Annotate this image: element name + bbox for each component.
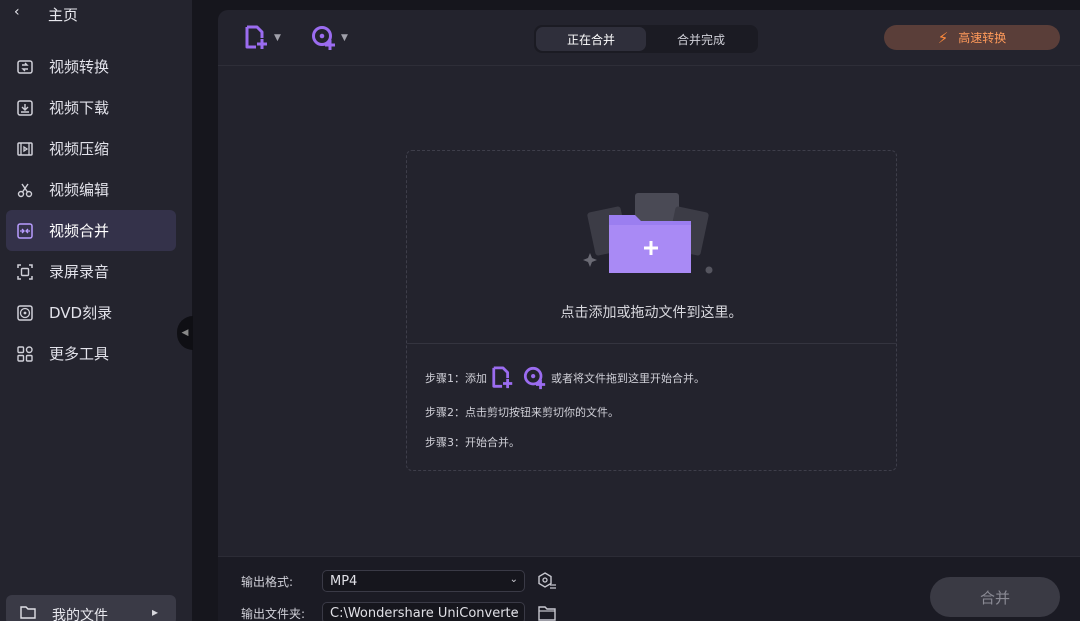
sidebar-nav: 视频转换 视频下载 视频压缩 视频编辑 视频合并 录屏录音 DVD刻录 更多工具 [0, 46, 192, 374]
sidebar-item-label: 录屏录音 [49, 263, 110, 281]
merge-icon [17, 223, 33, 239]
output-format-select[interactable]: MP4 ⌄ [322, 570, 525, 592]
divider [407, 343, 896, 344]
sidebar-item-label: DVD刻录 [49, 304, 113, 322]
sidebar: ‹ 主页 视频转换 视频下载 视频压缩 视频编辑 视频合并 录屏录音 DVD刻录… [0, 0, 192, 621]
screen-record-icon [17, 264, 33, 280]
status-tabs: 正在合并 合并完成 [534, 25, 758, 53]
scissors-icon [17, 183, 33, 198]
add-file-button[interactable]: ▼ [244, 24, 281, 52]
add-file-icon[interactable] [491, 366, 515, 390]
add-dvd-button[interactable]: ▼ [311, 24, 348, 52]
disc-icon [17, 305, 33, 321]
add-dvd-icon[interactable] [523, 366, 547, 390]
output-folder-select[interactable]: C:\Wondershare UniConverte ⌄ [322, 602, 525, 621]
drop-prompt: 点击添加或拖动文件到这里。 [560, 305, 743, 321]
step-2: 步骤2：点击剪切按钮来剪切你的文件。 [425, 406, 619, 419]
sidebar-item-compress[interactable]: 视频压缩 [6, 128, 176, 169]
app-window: ‹ 主页 视频转换 视频下载 视频压缩 视频编辑 视频合并 录屏录音 DVD刻录… [0, 0, 1080, 621]
tab-merged[interactable]: 合并完成 [646, 27, 756, 51]
chevron-down-icon: ▼ [341, 33, 348, 43]
drop-area[interactable]: 点击添加或拖动文件到这里。 [407, 151, 896, 343]
open-folder-icon[interactable] [537, 603, 557, 621]
add-file-icon [245, 25, 267, 49]
chevron-down-icon: ⌄ [509, 574, 518, 585]
format-settings-icon[interactable] [537, 571, 557, 591]
my-files-button[interactable]: 我的文件 ▸ [6, 595, 176, 621]
sidebar-item-label: 视频合并 [49, 222, 110, 240]
compress-icon [17, 142, 33, 156]
chevron-down-icon: ▼ [274, 33, 281, 43]
home-label: 主页 [48, 6, 79, 24]
output-format-label: 输出格式: [241, 575, 294, 589]
sidebar-item-label: 视频转换 [49, 58, 110, 76]
output-folder-label: 输出文件夹: [241, 607, 306, 621]
step-1: 步骤1：添加 或者将文件拖到这里开始合并。 [425, 366, 705, 390]
tab-merging[interactable]: 正在合并 [536, 27, 646, 51]
sidebar-item-more-tools[interactable]: 更多工具 [6, 333, 176, 374]
merge-button[interactable]: 合并 [930, 577, 1060, 617]
sidebar-item-merge[interactable]: 视频合并 [6, 210, 176, 251]
home-link[interactable]: ‹ 主页 [0, 0, 192, 28]
main-panel: ▼ ▼ 正在合并 合并完成 ⚡ 高速转换 点击添加或拖动文件到这里。 步骤1：添… [218, 10, 1080, 621]
step1-prefix: 步骤1：添加 [425, 372, 487, 385]
sidebar-item-label: 更多工具 [49, 345, 110, 363]
download-icon [17, 100, 33, 116]
sidebar-item-label: 视频编辑 [49, 181, 110, 199]
output-folder-value: C:\Wondershare UniConverte [330, 605, 519, 621]
step1-suffix: 或者将文件拖到这里开始合并。 [551, 372, 705, 385]
toolbar: ▼ ▼ 正在合并 合并完成 ⚡ 高速转换 [218, 10, 1080, 66]
sidebar-item-edit[interactable]: 视频编辑 [6, 169, 176, 210]
my-files-label: 我的文件 [52, 608, 108, 621]
step-3: 步骤3：开始合并。 [425, 436, 520, 449]
sidebar-item-label: 视频下载 [49, 99, 110, 117]
folder-icon [20, 606, 36, 619]
footer-bar: 输出格式: MP4 ⌄ 输出文件夹: C:\Wondershare UniCon… [218, 556, 1080, 621]
add-dvd-icon [312, 26, 335, 50]
grid-icon [17, 346, 33, 362]
chevron-right-icon: ▸ [152, 605, 159, 619]
sidebar-item-download[interactable]: 视频下载 [6, 87, 176, 128]
convert-icon [17, 60, 33, 74]
folder-add-illustration-icon [583, 193, 713, 274]
fast-convert-button[interactable]: ⚡ 高速转换 [884, 25, 1060, 50]
sidebar-item-convert[interactable]: 视频转换 [6, 46, 176, 87]
file-drop-zone: 点击添加或拖动文件到这里。 步骤1：添加 或者将文件拖到这里开始合并。 步骤2：… [406, 150, 897, 471]
fast-convert-label: 高速转换 [958, 31, 1007, 45]
chevron-down-icon: ⌄ [509, 606, 518, 617]
sidebar-item-label: 视频压缩 [49, 140, 110, 158]
output-format-value: MP4 [330, 573, 358, 589]
back-arrow-icon: ‹ [14, 4, 20, 20]
sidebar-item-screen-record[interactable]: 录屏录音 [6, 251, 176, 292]
sidebar-item-dvd[interactable]: DVD刻录 [6, 292, 176, 333]
lightning-icon: ⚡ [937, 28, 949, 47]
